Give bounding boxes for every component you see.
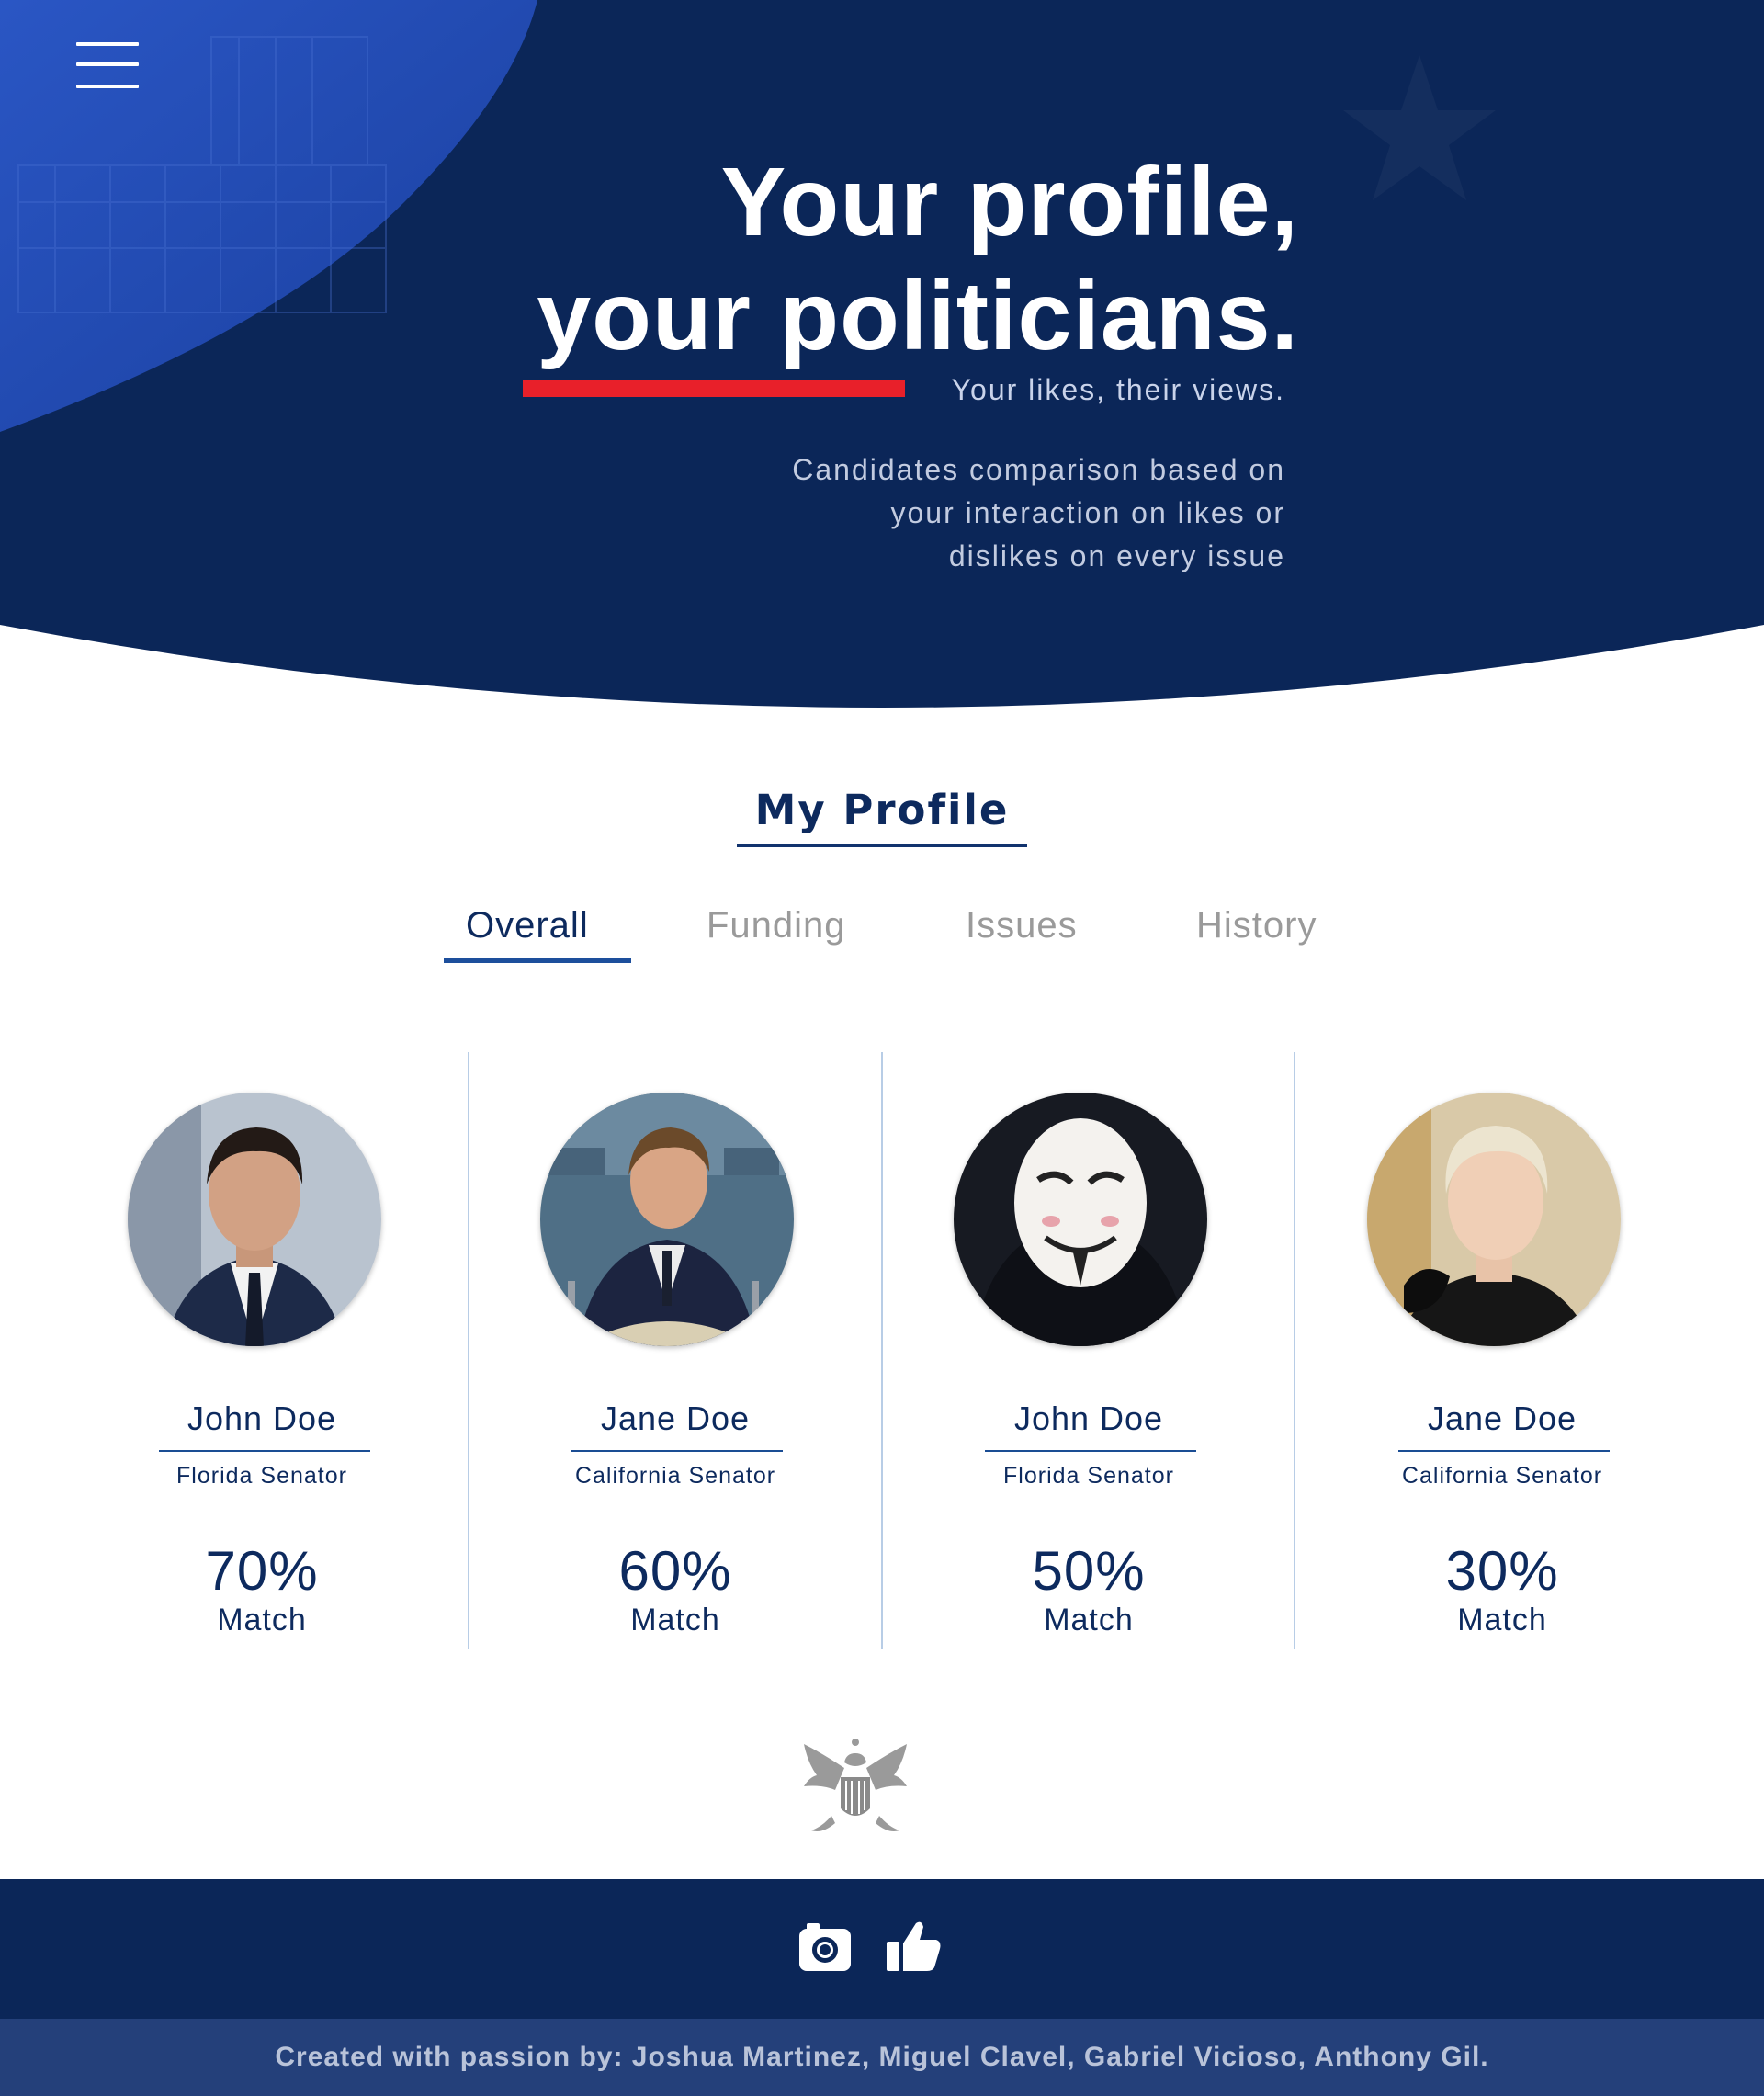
match-label: Match (217, 1603, 307, 1637)
match-label: Match (1044, 1603, 1134, 1637)
candidate-role: Florida Senator (176, 1463, 347, 1489)
hero-description: Candidates comparison based on your inte… (792, 448, 1285, 578)
match-label: Match (1457, 1603, 1547, 1637)
match-percent: 70% (205, 1540, 319, 1602)
instagram-icon[interactable] (797, 1920, 853, 1975)
profile-heading: My Profile (736, 786, 1028, 847)
hero-banner: Your profile, your politicians. Your lik… (0, 0, 1764, 735)
candidate-name: John Doe (187, 1399, 337, 1437)
candidate-photo (540, 1093, 794, 1346)
hero-description-line: dislikes on every issue (948, 539, 1285, 572)
hero-tagline: Your likes, their views. (951, 373, 1285, 406)
candidate-photo (128, 1093, 381, 1346)
name-underline (571, 1450, 783, 1452)
thumbs-up-icon[interactable] (885, 1916, 944, 1975)
candidate-avatar (128, 1093, 381, 1346)
profile-section-header: My Profile (0, 786, 1764, 847)
hero-title-line-2: your politicians. (537, 262, 1299, 370)
candidate-photo (1367, 1093, 1621, 1346)
tab-history[interactable]: History (1196, 905, 1317, 946)
hamburger-menu-icon[interactable] (74, 39, 141, 94)
candidate-name: Jane Doe (600, 1399, 751, 1437)
candidate-avatar (540, 1093, 794, 1346)
red-accent-bar (523, 380, 905, 397)
active-tab-indicator (444, 958, 631, 963)
hero-title-line-1: Your profile, (720, 148, 1299, 256)
match-percent: 60% (618, 1540, 732, 1602)
name-underline (1398, 1450, 1610, 1452)
hero-description-line: Candidates comparison based on (792, 453, 1285, 486)
name-underline (159, 1450, 370, 1452)
candidate-card[interactable]: John Doe Florida Senator 70% Match (55, 1052, 469, 1649)
candidate-name: Jane Doe (1427, 1399, 1577, 1437)
candidate-name: John Doe (1013, 1399, 1164, 1437)
footer-bar (0, 1879, 1764, 2019)
name-underline (985, 1450, 1196, 1452)
candidate-photo (954, 1093, 1207, 1346)
match-percent: 50% (1032, 1540, 1146, 1602)
hero-description-line: your interaction on likes or (890, 496, 1285, 529)
candidate-role: California Senator (1401, 1463, 1603, 1489)
tab-overall[interactable]: Overall (466, 905, 589, 946)
candidate-avatar (954, 1093, 1207, 1346)
candidate-role: California Senator (574, 1463, 776, 1489)
candidate-card[interactable]: Jane Doe California Senator 60% Match (469, 1052, 882, 1649)
eagle-seal-icon (795, 1735, 916, 1847)
tab-issues[interactable]: Issues (966, 905, 1078, 946)
candidate-card[interactable]: John Doe Florida Senator 50% Match (882, 1052, 1295, 1649)
candidate-card[interactable]: Jane Doe California Senator 30% Match (1295, 1052, 1709, 1649)
match-percent: 30% (1445, 1540, 1559, 1602)
candidate-role: Florida Senator (1003, 1463, 1174, 1489)
tab-funding[interactable]: Funding (707, 905, 846, 946)
candidate-avatar (1367, 1093, 1621, 1346)
tab-bar: Overall Funding Issues History (0, 905, 1764, 969)
hero-title: Your profile, your politicians. (537, 145, 1299, 373)
match-label: Match (630, 1603, 720, 1637)
footer-credit: Created with passion by: Joshua Martinez… (0, 2019, 1764, 2096)
